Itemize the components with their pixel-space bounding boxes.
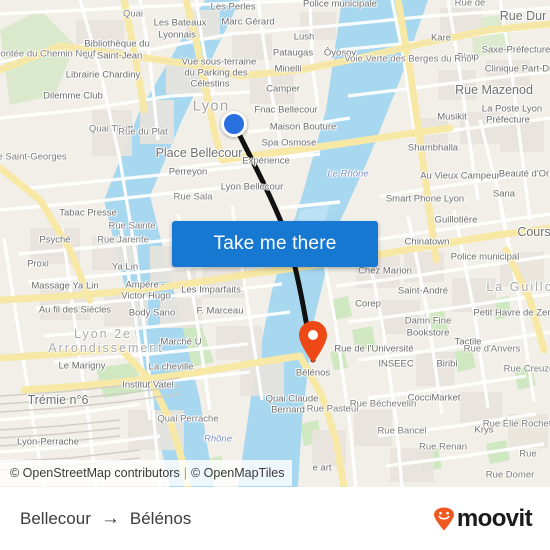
moovit-brand[interactable]: moovit (433, 504, 533, 533)
destination-marker-pin[interactable] (297, 320, 329, 364)
take-me-there-label: Take me there (213, 233, 337, 254)
map-pin-icon (299, 321, 327, 363)
route-origin-label: Bellecour (20, 508, 91, 528)
attribution-osm-link[interactable]: © OpenStreetMap contributors (10, 466, 180, 480)
moovit-pin-smiley-icon (433, 507, 454, 530)
moovit-wordmark: moovit (456, 504, 533, 532)
route-destination-label: Bélénos (129, 508, 192, 528)
attribution-tiles-link[interactable]: © OpenMapTiles (191, 466, 285, 480)
origin-marker[interactable] (221, 111, 247, 137)
footer-bar: Bellecour → Bélénos moovit (0, 487, 550, 550)
map-canvas[interactable]: Les Perles Marc Gérard Police municipale Ru… (0, 0, 550, 487)
moovit-route-card: Les Perles Marc Gérard Police municipale Ru… (0, 0, 550, 550)
map-attribution: © OpenStreetMap contributors | © OpenMap… (0, 460, 293, 486)
take-me-there-button[interactable]: Take me there (172, 221, 378, 267)
attribution-separator: | (183, 466, 187, 480)
route-summary: Bellecour → Bélénos (20, 508, 191, 530)
arrow-right-icon: → (100, 507, 120, 529)
